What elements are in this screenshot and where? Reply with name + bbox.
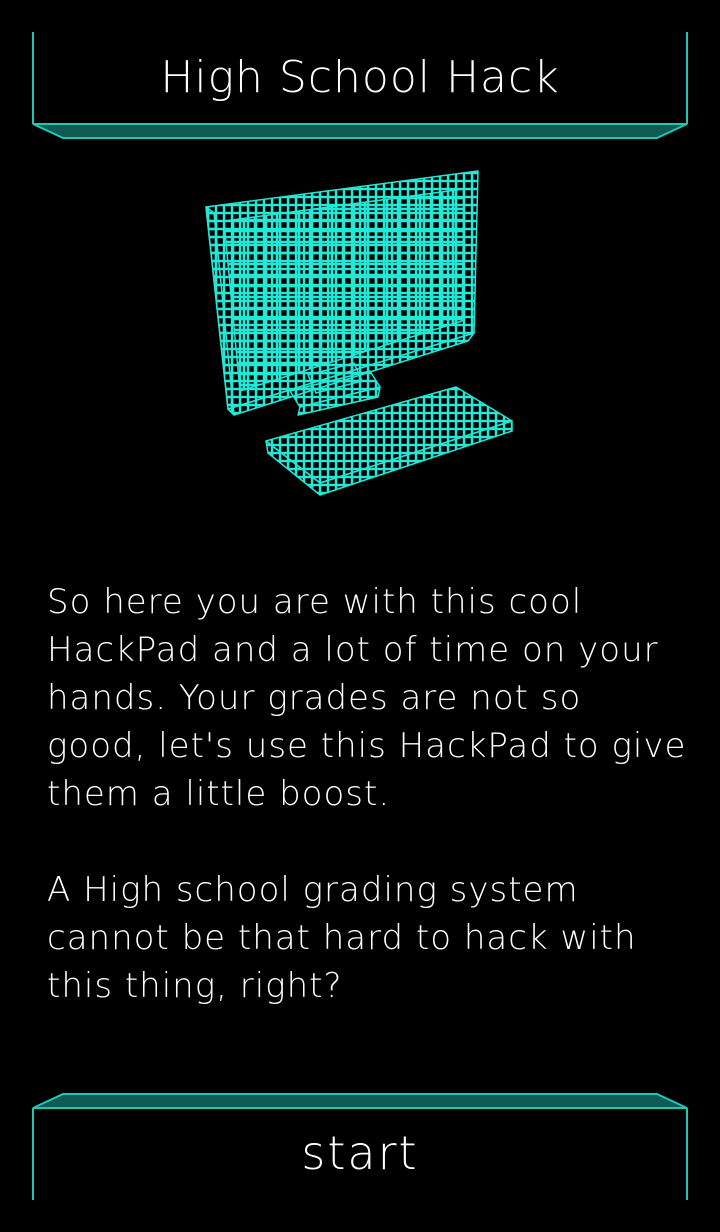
- start-button[interactable]: start: [0, 1090, 720, 1232]
- title-banner: High School Hack: [0, 0, 720, 140]
- page-title: High School Hack: [160, 52, 560, 103]
- story-paragraph: So here you are with this cool HackPad a…: [47, 582, 687, 814]
- start-button-label: start: [301, 1126, 419, 1180]
- story-paragraph: A High school grading system cannot be t…: [47, 870, 637, 1006]
- computer-icon: [200, 165, 520, 500]
- story-text: So here you are with this cool HackPad a…: [47, 578, 687, 1058]
